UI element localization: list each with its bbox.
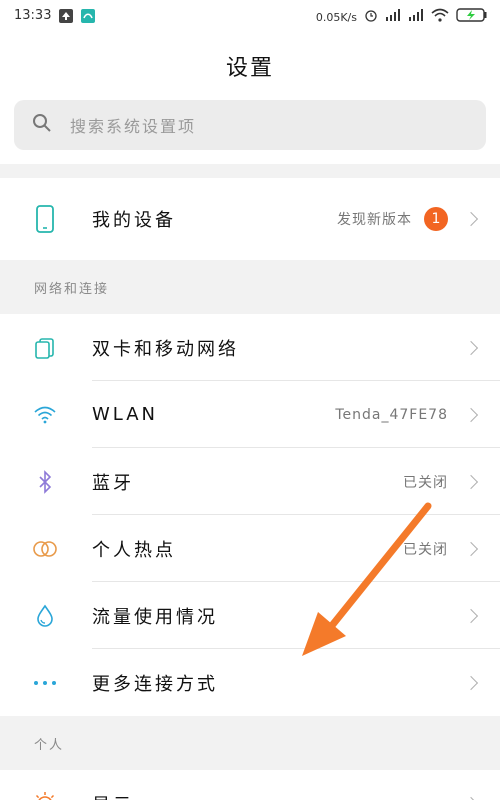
more-connections-row[interactable]: 更多连接方式	[0, 649, 500, 716]
display-row[interactable]: 显示	[0, 770, 500, 800]
search-placeholder: 搜索系统设置项	[70, 117, 197, 136]
wlan-ssid-value: Tenda_47FE78	[335, 406, 448, 423]
search-input[interactable]: 搜索系统设置项	[14, 100, 486, 150]
signal-icon	[385, 9, 401, 25]
section-gap	[0, 164, 500, 178]
sim-mobile-network-row[interactable]: 双卡和移动网络	[0, 314, 500, 381]
more-dots-icon	[30, 668, 60, 698]
page-title-text: 设置	[225, 56, 274, 81]
hotspot-row[interactable]: 个人热点 已关闭	[0, 515, 500, 582]
row-label: 更多连接方式	[92, 673, 218, 695]
chevron-right-icon	[463, 340, 479, 355]
chevron-right-icon	[463, 407, 479, 422]
row-label: 个人热点	[92, 539, 176, 561]
row-label: 蓝牙	[92, 472, 134, 494]
page-title: 设置	[0, 32, 500, 100]
wlan-row[interactable]: WLAN Tenda_47FE78	[0, 381, 500, 448]
row-label: 显示	[92, 791, 134, 800]
network-speed: 0.05K/s	[315, 10, 357, 24]
bluetooth-row[interactable]: 蓝牙 已关闭	[0, 448, 500, 515]
row-label: 双卡和移动网络	[92, 338, 239, 360]
chevron-right-icon	[463, 541, 479, 556]
phone-device-icon	[30, 204, 60, 234]
my-device-row[interactable]: 我的设备 发现新版本 1	[0, 178, 500, 260]
data-usage-icon	[30, 601, 60, 631]
chevron-right-icon	[463, 796, 479, 800]
bluetooth-status-value: 已关闭	[403, 474, 448, 491]
status-time: 13:33	[14, 8, 52, 23]
row-label: WLAN	[92, 404, 159, 425]
search-container: 搜索系统设置项	[0, 100, 500, 164]
chevron-right-icon	[463, 211, 479, 227]
row-label: 流量使用情况	[92, 606, 218, 628]
section-title: 网络和连接	[34, 281, 110, 297]
alarm-icon	[364, 8, 378, 26]
battery-charging-icon	[456, 7, 488, 27]
wifi-status-icon	[431, 8, 449, 26]
section-title: 个人	[34, 737, 65, 753]
chevron-right-icon	[463, 474, 479, 489]
section-header-personal: 个人	[0, 716, 500, 770]
upload-notification-icon	[59, 8, 74, 23]
status-bar: 13:33 0.05K/s	[0, 0, 500, 32]
data-usage-row[interactable]: 流量使用情况	[0, 582, 500, 649]
display-sun-icon	[30, 789, 60, 800]
signal-2-icon	[408, 9, 424, 25]
search-icon	[32, 113, 52, 137]
section-header-network: 网络和连接	[0, 260, 500, 314]
bluetooth-icon	[30, 467, 60, 497]
update-badge: 1	[424, 207, 448, 231]
update-available-text: 发现新版本	[337, 212, 412, 228]
wifi-icon	[30, 400, 60, 430]
hotspot-status-value: 已关闭	[403, 541, 448, 558]
chevron-right-icon	[463, 608, 479, 623]
app-notification-icon	[81, 8, 96, 23]
chevron-right-icon	[463, 675, 479, 690]
my-device-label: 我的设备	[92, 210, 176, 231]
sim-cards-icon	[30, 333, 60, 363]
hotspot-icon	[30, 534, 60, 564]
